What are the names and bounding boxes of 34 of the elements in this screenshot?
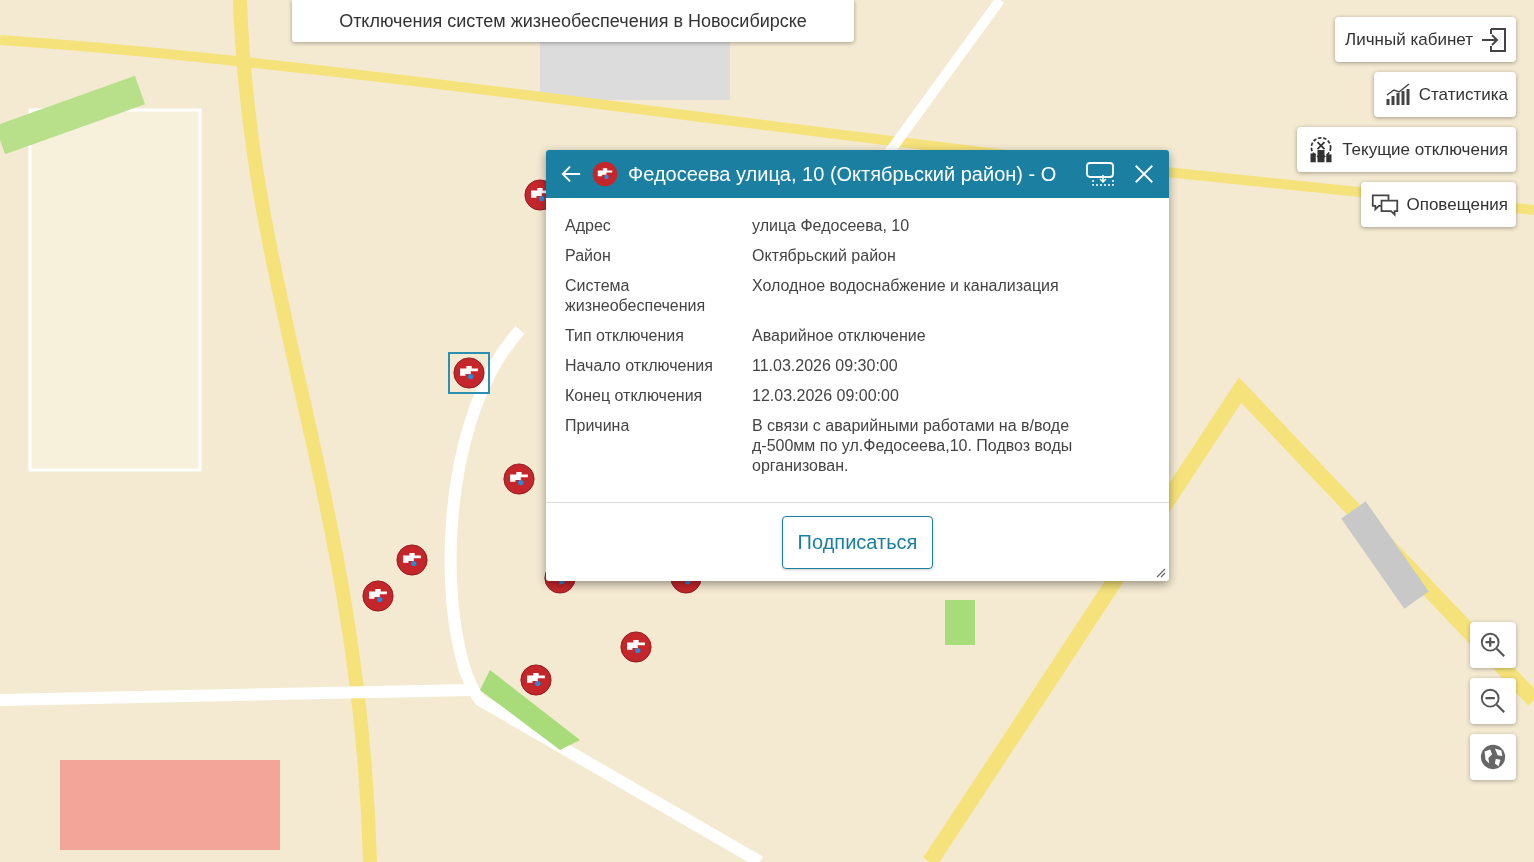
subscribe-button[interactable]: Подписаться: [781, 515, 934, 569]
nav-button[interactable]: Текущие отключения: [1297, 127, 1516, 172]
field-label: Причина: [565, 416, 631, 436]
field-value: улица Федосеева, 10: [752, 216, 911, 236]
nav-button[interactable]: Статистика: [1373, 72, 1516, 117]
globe-icon: [1479, 743, 1507, 771]
field-value: 12.03.2026 09:00:00: [752, 386, 900, 406]
zoom-out-icon: [1479, 687, 1507, 715]
field-value: 11.03.2026 09:30:00: [752, 356, 899, 376]
login-icon: [1480, 25, 1508, 54]
field-value: Октябрьский район: [752, 246, 897, 266]
field-label: Начало отключения: [565, 356, 714, 376]
back-arrow-icon[interactable]: [560, 163, 582, 185]
field-label: Адрес: [565, 216, 612, 236]
field-label: Район: [565, 246, 612, 266]
globe-button[interactable]: [1470, 734, 1516, 780]
nav-button[interactable]: Личный кабинет: [1335, 17, 1516, 62]
zoom-out-button[interactable]: [1470, 678, 1516, 724]
page-title: Отключения систем жизнеобеспечения в Новосибирске: [292, 0, 854, 42]
field-value: Аварийное отключение: [752, 326, 927, 346]
outage-marker[interactable]: [448, 352, 490, 394]
resize-grip-icon[interactable]: [1154, 566, 1166, 578]
popup-title: Федосеева улица, 10 (Октябрьский район) - О: [628, 162, 1057, 185]
card-icon[interactable]: [1085, 160, 1117, 188]
field-label: Тип отключения: [565, 326, 685, 346]
zoom-in-icon: [1479, 631, 1507, 659]
zoom-in-button[interactable]: [1470, 622, 1516, 668]
close-icon[interactable]: [1133, 163, 1155, 185]
nav-button[interactable]: Оповещения: [1361, 182, 1516, 227]
faucet-icon: [592, 161, 618, 187]
field-label: Конец отключения: [565, 386, 704, 406]
field-label: Система жизнеобеспечения: [565, 276, 707, 316]
field-value: Холодное водоснабжение и канализация: [752, 276, 1060, 296]
field-value: В связи с аварийными работами на в/воде д-500мм по ул.Федосеева,10. Подвоз воды организован.: [752, 416, 1074, 476]
